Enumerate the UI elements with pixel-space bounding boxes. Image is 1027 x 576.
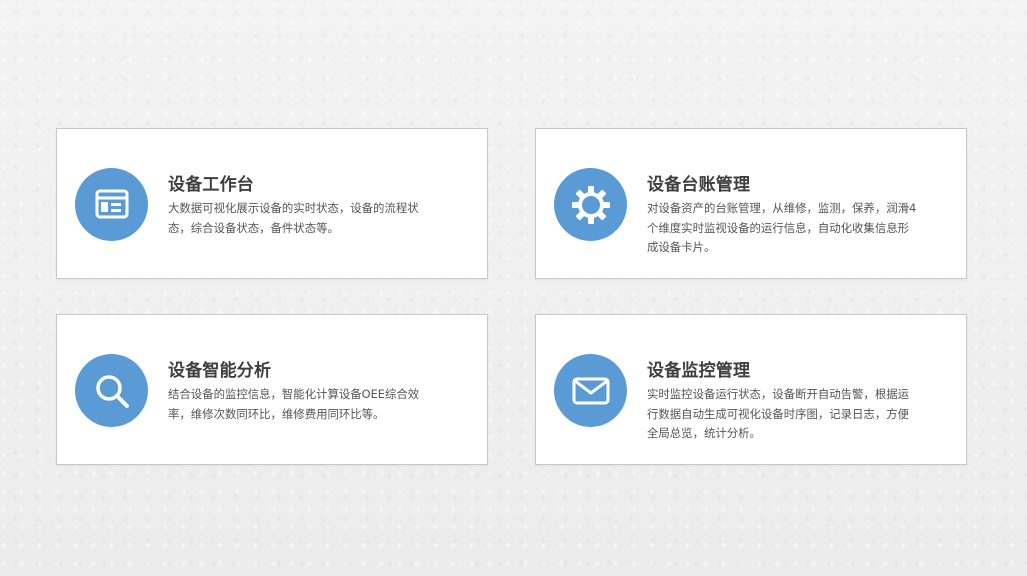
card-description: 大数据可视化展示设备的实时状态，设备的流程状态，综合设备状态，备件状态等。 — [168, 201, 419, 235]
mail-icon — [554, 354, 627, 427]
dashboard-window-icon — [75, 168, 148, 241]
card-title: 设备智能分析 — [168, 361, 272, 381]
card-description: 实时监控设备运行状态，设备断开自动告警，根据运行数据自动生成可视化设备时序图，记… — [647, 387, 909, 440]
search-icon — [75, 354, 148, 427]
card-equipment-ledger: 设备台账管理 对设备资产的台账管理，从维修，监测，保养，润滑4个维度实时监视设备… — [535, 128, 967, 279]
card-description: 结合设备的监控信息，智能化计算设备OEE综合效率，维修次数同环比，维修费用同环比… — [168, 387, 420, 421]
card-title: 设备台账管理 — [647, 175, 751, 195]
card-equipment-monitoring: 设备监控管理 实时监控设备运行状态，设备断开自动告警，根据运行数据自动生成可视化… — [535, 314, 967, 465]
card-title: 设备工作台 — [168, 175, 254, 195]
gear-icon — [554, 168, 627, 241]
card-equipment-workbench: 设备工作台 大数据可视化展示设备的实时状态，设备的流程状态，综合设备状态，备件状… — [56, 128, 488, 279]
card-title: 设备监控管理 — [647, 361, 751, 381]
card-equipment-analysis: 设备智能分析 结合设备的监控信息，智能化计算设备OEE综合效率，维修次数同环比，… — [56, 314, 488, 465]
background — [0, 0, 1027, 576]
card-description: 对设备资产的台账管理，从维修，监测，保养，润滑4个维度实时监视设备的运行信息，自… — [647, 201, 917, 254]
